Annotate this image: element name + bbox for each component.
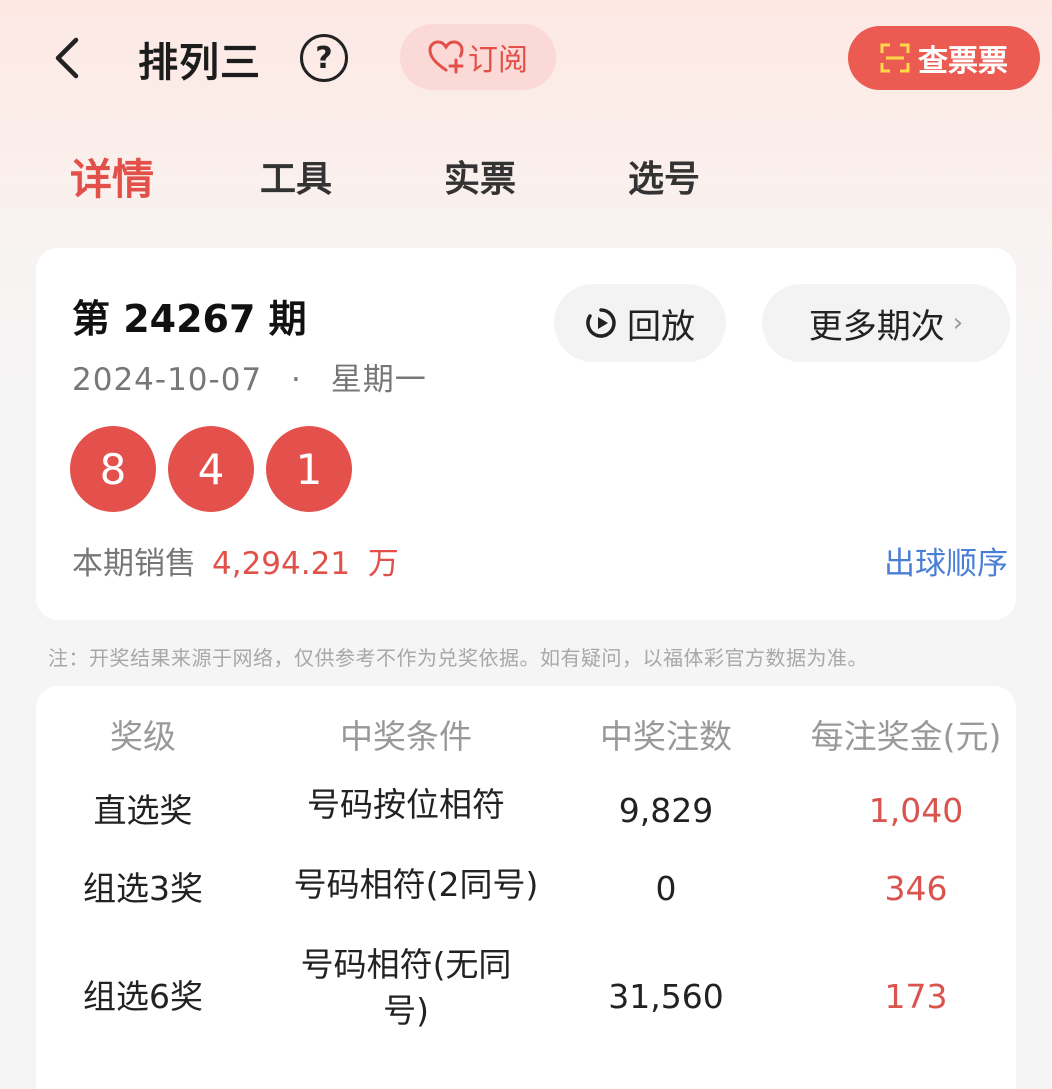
- sales-info: 本期销售 4,294.21 万: [72, 538, 399, 583]
- header: 排列三 ? 订阅 查票票: [0, 0, 1052, 118]
- sales-amount: 4,294.21 万: [212, 538, 399, 583]
- number-ball: 4: [168, 426, 254, 512]
- tab-real-tickets[interactable]: 实票: [444, 150, 516, 202]
- disclaimer-note: 注：开奖结果来源于网络，仅供参考不作为兑奖依据。如有疑问，以福体彩官方数据为准。: [48, 646, 868, 670]
- check-ticket-label: 查票票: [918, 44, 1008, 79]
- more-issues-button[interactable]: 更多期次 ›: [762, 284, 1010, 362]
- sales-amount-value: 4,294.21: [212, 546, 351, 582]
- check-ticket-button[interactable]: 查票票: [848, 26, 1040, 90]
- date-separator: ·: [291, 362, 302, 398]
- table-cell-level: 组选3奖: [83, 869, 203, 908]
- help-button[interactable]: ?: [300, 34, 348, 82]
- header-prize: 每注奖金(元): [810, 717, 1002, 756]
- draw-date: 2024-10-07 · 星期一: [72, 354, 427, 399]
- table-cell-prize: 173: [884, 977, 948, 1016]
- winning-numbers: 8 4 1: [70, 426, 352, 512]
- table-cell-count: 31,560: [608, 977, 724, 1016]
- question-icon: ?: [315, 40, 333, 76]
- subscribe-button[interactable]: 订阅: [400, 24, 556, 90]
- replay-icon: [586, 308, 616, 338]
- number-ball: 1: [266, 426, 352, 512]
- condition-line: 号码相符(无同: [300, 945, 512, 984]
- back-button[interactable]: [44, 34, 92, 82]
- table-cell-prize: 1,040: [868, 791, 964, 830]
- header-level: 奖级: [110, 717, 176, 756]
- ball-order-link[interactable]: 出球顺序: [884, 538, 1008, 583]
- replay-button[interactable]: 回放: [554, 284, 726, 362]
- prize-table: 奖级 中奖条件 中奖注数 每注奖金(元) 直选奖 号码按位相符 9,829 1,…: [36, 686, 1016, 1089]
- replay-label: 回放: [627, 306, 695, 347]
- table-cell-level: 直选奖: [93, 791, 193, 830]
- page-title: 排列三: [138, 40, 261, 86]
- table-cell-count: 9,829: [618, 791, 714, 830]
- draw-card: 第 24267 期 2024-10-07 · 星期一 回放 更多期次 › 8 4…: [36, 248, 1016, 620]
- subscribe-label: 订阅: [468, 43, 528, 78]
- tab-pick-numbers[interactable]: 选号: [628, 150, 700, 202]
- table-cell-prize: 346: [884, 869, 948, 908]
- weekday-text: 星期一: [330, 362, 427, 398]
- chevron-right-icon: ›: [952, 308, 964, 338]
- header-count: 中奖注数: [600, 717, 732, 756]
- issue-number: 第 24267 期: [72, 297, 307, 341]
- date-text: 2024-10-07: [72, 362, 263, 398]
- table-cell-level: 组选6奖: [83, 977, 203, 1016]
- table-cell-condition: 号码相符(2同号): [293, 865, 539, 904]
- sales-unit: 万: [367, 546, 399, 582]
- heart-plus-icon: [428, 40, 464, 74]
- table-cell-condition: 号码相符(无同 号): [256, 942, 556, 1034]
- tab-details[interactable]: 详情: [70, 146, 154, 207]
- number-ball: 8: [70, 426, 156, 512]
- table-cell-condition: 号码按位相符: [307, 785, 505, 824]
- condition-line: 号): [383, 991, 429, 1031]
- sales-label: 本期销售: [72, 546, 196, 582]
- tab-tools[interactable]: 工具: [260, 150, 332, 202]
- chevron-left-icon: [55, 37, 79, 79]
- table-cell-count: 0: [655, 869, 677, 908]
- tab-bar: 详情 工具 实票 选号: [0, 150, 1052, 220]
- scan-icon: [880, 43, 910, 73]
- header-condition: 中奖条件: [340, 717, 472, 756]
- more-issues-label: 更多期次: [808, 306, 945, 347]
